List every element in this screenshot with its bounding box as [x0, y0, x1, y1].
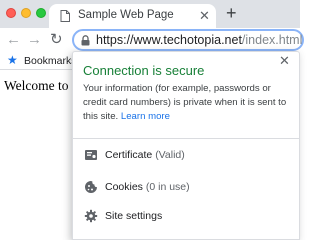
lock-icon[interactable] [81, 35, 90, 46]
url-host: https://www.techotopia.net [96, 33, 242, 47]
certificate-status: (Valid) [155, 149, 185, 161]
tab-close-icon[interactable]: ✕ [199, 8, 210, 24]
browser-tab[interactable]: Sample Web Page ✕ [49, 4, 216, 28]
forward-arrow-icon[interactable]: → [27, 32, 42, 48]
window-maximize-button[interactable] [36, 8, 46, 18]
new-tab-button[interactable]: + [226, 3, 237, 23]
window-close-button[interactable] [6, 8, 16, 18]
close-icon[interactable]: ✕ [279, 54, 290, 68]
certificate-text: Certificate [105, 149, 153, 161]
tab-strip: Sample Web Page ✕ + [0, 0, 300, 28]
bookmarks-label[interactable]: Bookmarks [24, 55, 77, 67]
address-bar[interactable]: https://www.techotopia.net/index.html [72, 29, 304, 51]
certificate-icon [85, 150, 97, 160]
connection-description: Your information (for example, passwords… [83, 82, 295, 124]
url-text[interactable]: https://www.techotopia.net/index.html [96, 33, 302, 47]
back-arrow-icon[interactable]: ← [6, 32, 21, 48]
gear-icon [84, 209, 98, 223]
connection-status-title: Connection is secure [83, 63, 205, 78]
document-icon [60, 10, 70, 22]
reload-icon[interactable]: ↻ [50, 32, 63, 48]
certificate-label: Certificate (Valid) [105, 149, 185, 161]
site-settings-item[interactable]: Site settings [73, 204, 299, 228]
certificate-item[interactable]: Certificate (Valid) [73, 143, 299, 167]
cookies-count: (0 in use) [145, 181, 190, 193]
cookies-item[interactable]: Cookies (0 in use) [73, 175, 299, 199]
url-path: /index.html [241, 33, 303, 47]
site-settings-label: Site settings [105, 210, 163, 222]
star-icon: ★ [7, 53, 18, 67]
cookies-text: Cookies [105, 181, 143, 193]
browser-toolbar: ← → ↻ https://www.techotopia.net/index.h… [0, 28, 304, 52]
learn-more-link[interactable]: Learn more [121, 111, 170, 122]
cookie-icon [85, 181, 97, 193]
site-info-popup: ✕ Connection is secure Your information … [72, 51, 300, 240]
window-minimize-button[interactable] [21, 8, 31, 18]
cookies-label: Cookies (0 in use) [105, 181, 190, 193]
divider [73, 138, 299, 139]
tab-title: Sample Web Page [78, 9, 174, 21]
description-text: Your information (for example, passwords… [83, 83, 287, 122]
